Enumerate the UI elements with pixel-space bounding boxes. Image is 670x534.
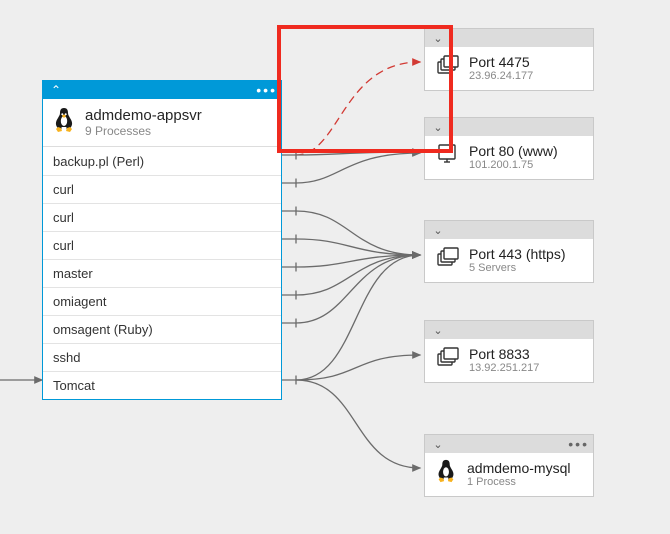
linux-icon (53, 107, 75, 138)
target-meta: 23.96.24.177 (469, 70, 533, 82)
process-list: backup.pl (Perl)curlcurlcurlmasteromiage… (43, 147, 281, 399)
chevron-down-icon[interactable]: ⌄ (429, 438, 447, 451)
process-row[interactable]: master (43, 259, 281, 287)
dependency-map: ⌃ ••• admdemo-appsvr 9 Processes backup.… (0, 0, 670, 534)
process-row[interactable]: omsagent (Ruby) (43, 315, 281, 343)
process-row[interactable]: backup.pl (Perl) (43, 147, 281, 175)
node-header[interactable]: ⌄ ••• (425, 435, 593, 453)
target-title: Port 4475 (469, 54, 533, 70)
chevron-up-icon[interactable]: ⌃ (47, 83, 65, 97)
chevron-down-icon[interactable]: ⌄ (429, 224, 447, 237)
target-title: Port 443 (https) (469, 246, 566, 262)
node-body: Port 443 (https)5 Servers (425, 239, 593, 282)
target-title: admdemo-mysql (467, 460, 570, 476)
source-title: admdemo-appsvr (85, 107, 202, 124)
target-node[interactable]: ⌄•••admdemo-mysql1 Process (424, 434, 594, 497)
target-meta: 1 Process (467, 476, 570, 488)
node-body: Port 883313.92.251.217 (425, 339, 593, 382)
target-meta: 5 Servers (469, 262, 566, 274)
source-node[interactable]: ⌃ ••• admdemo-appsvr 9 Processes backup.… (42, 80, 282, 400)
target-title: Port 80 (www) (469, 143, 558, 159)
source-subtitle: 9 Processes (85, 124, 202, 138)
node-title: admdemo-appsvr 9 Processes (43, 99, 281, 147)
more-icon[interactable]: ••• (568, 436, 589, 452)
process-row[interactable]: sshd (43, 343, 281, 371)
highlight-box (277, 25, 453, 153)
target-meta: 13.92.251.217 (469, 362, 539, 374)
servers-icon (435, 345, 459, 374)
node-body: admdemo-mysql1 Process (425, 453, 593, 496)
target-meta: 101.200.1.75 (469, 159, 558, 171)
process-row[interactable]: curl (43, 231, 281, 259)
more-icon[interactable]: ••• (256, 82, 277, 98)
servers-icon (435, 245, 459, 274)
linux-icon (435, 459, 457, 488)
process-row[interactable]: Tomcat (43, 371, 281, 399)
target-node[interactable]: ⌄ Port 883313.92.251.217 (424, 320, 594, 383)
process-row[interactable]: omiagent (43, 287, 281, 315)
node-header[interactable]: ⌄ (425, 321, 593, 339)
target-title: Port 8833 (469, 346, 539, 362)
process-row[interactable]: curl (43, 203, 281, 231)
node-header[interactable]: ⌄ (425, 221, 593, 239)
node-header[interactable]: ⌃ ••• (43, 81, 281, 99)
process-row[interactable]: curl (43, 175, 281, 203)
chevron-down-icon[interactable]: ⌄ (429, 324, 447, 337)
target-node[interactable]: ⌄ Port 443 (https)5 Servers (424, 220, 594, 283)
